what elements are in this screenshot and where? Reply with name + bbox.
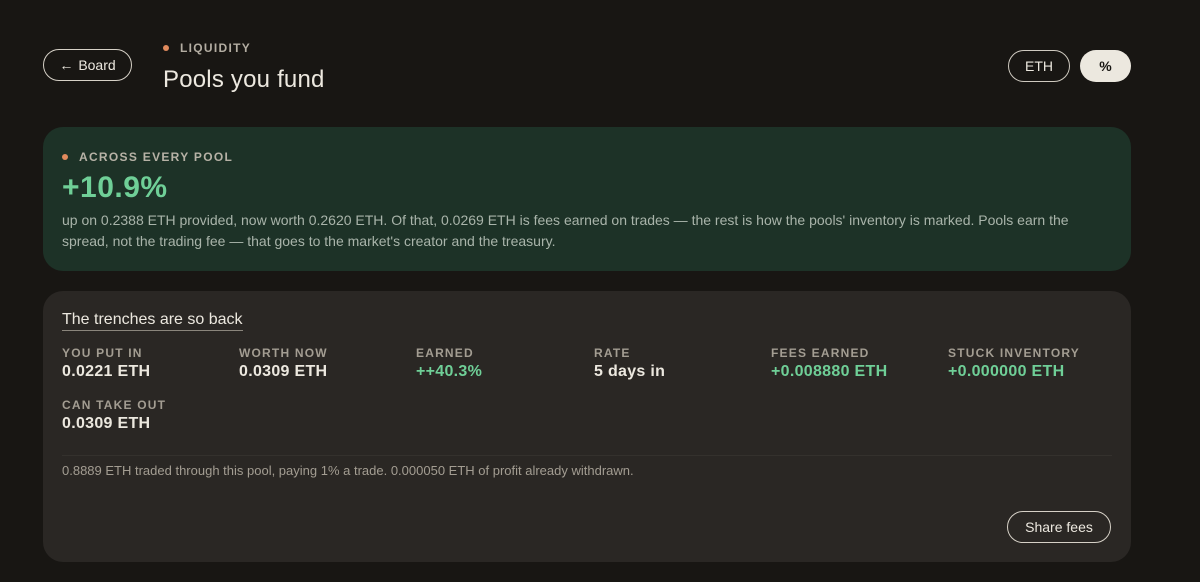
stat-label: RATE [594, 346, 631, 360]
stat-label: EARNED [416, 346, 474, 360]
page: ← Board LIQUIDITY Pools you fund ETH % A… [0, 0, 1200, 582]
stat-label: FEES EARNED [771, 346, 870, 360]
stat-can-take-out: CAN TAKE OUT 0.0309 ETH [62, 398, 166, 433]
summary-return-value: +10.9% [62, 171, 168, 204]
pool-name-link[interactable]: The trenches are so back [62, 311, 243, 331]
stat-value: 5 days in [594, 363, 666, 380]
stat-label: YOU PUT IN [62, 346, 143, 360]
stat-value: 0.0221 ETH [62, 363, 151, 380]
page-title: Pools you fund [163, 66, 325, 93]
dot-icon [163, 45, 169, 51]
pool-card: The trenches are so back YOU PUT IN 0.02… [43, 291, 1131, 562]
stat-value: ++40.3% [416, 363, 483, 380]
stat-label: WORTH NOW [239, 346, 328, 360]
summary-eyebrow-label: ACROSS EVERY POOL [79, 150, 234, 164]
stat-earned: EARNED ++40.3% [416, 346, 482, 381]
stat-you-put-in: YOU PUT IN 0.0221 ETH [62, 346, 150, 381]
stat-value: +0.000000 ETH [948, 363, 1065, 380]
stat-stuck-inventory: STUCK INVENTORY +0.000000 ETH [948, 346, 1080, 381]
arrow-left-icon: ← [59, 57, 74, 73]
stat-label: CAN TAKE OUT [62, 398, 167, 412]
stat-label: STUCK INVENTORY [948, 346, 1081, 360]
section-eyebrow: LIQUIDITY [163, 41, 251, 55]
share-fees-button[interactable]: Share fees [1007, 511, 1111, 543]
summary-eyebrow: ACROSS EVERY POOL [62, 150, 233, 164]
summary-description: up on 0.2388 ETH provided, now worth 0.2… [62, 212, 1069, 249]
stat-fees-earned: FEES EARNED +0.008880 ETH [771, 346, 887, 381]
unit-toggle-eth[interactable]: ETH [1008, 50, 1070, 82]
back-to-board-button[interactable]: ← Board [43, 49, 132, 81]
section-eyebrow-label: LIQUIDITY [180, 41, 252, 55]
dot-icon [62, 154, 68, 160]
divider [62, 455, 1112, 456]
stat-value: +0.008880 ETH [771, 363, 888, 380]
stat-rate: RATE 5 days in [594, 346, 665, 381]
stat-value: 0.0309 ETH [62, 415, 151, 432]
back-button-label: Board [78, 57, 116, 73]
stat-value: 0.0309 ETH [239, 363, 328, 380]
pool-note: 0.8889 ETH traded through this pool, pay… [62, 463, 634, 478]
summary-card: ACROSS EVERY POOL +10.9% up on 0.2388 ET… [43, 127, 1131, 271]
unit-toggle-percent[interactable]: % [1080, 50, 1131, 82]
stat-worth-now: WORTH NOW 0.0309 ETH [239, 346, 328, 381]
